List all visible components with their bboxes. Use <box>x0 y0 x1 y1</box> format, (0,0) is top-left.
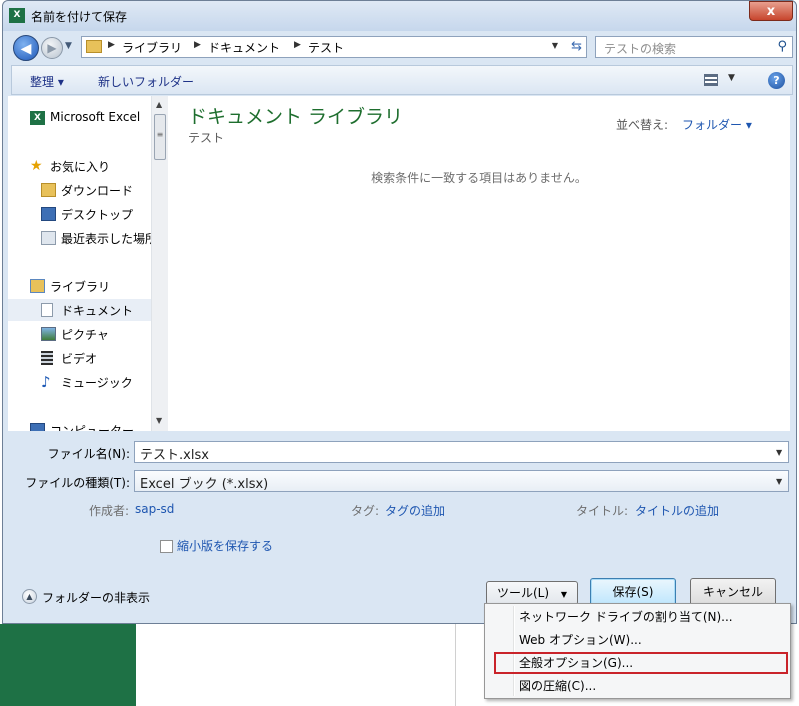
filetype-dropdown-icon[interactable]: ▼ <box>776 477 782 486</box>
filename-label: ファイル名(N): <box>47 447 130 461</box>
computer-icon <box>30 423 45 431</box>
folder-icon <box>86 40 102 53</box>
save-thumbnail-label[interactable]: 縮小版を保存する <box>177 537 273 554</box>
nav-item-label: ピクチャ <box>61 328 109 342</box>
download-folder-icon <box>41 183 56 197</box>
nav-item-desktop[interactable]: デスクトップ <box>8 203 151 225</box>
recent-places-icon <box>41 231 56 245</box>
nav-item-label: ライブラリ <box>50 280 111 294</box>
filetype-label: ファイルの種類(T): <box>25 476 130 490</box>
menu-item-web-options[interactable]: Web オプション(W)... <box>519 629 642 651</box>
scroll-down-arrow-icon[interactable]: ▼ <box>156 416 162 425</box>
menu-item-map-network-drive[interactable]: ネットワーク ドライブの割り当て(N)... <box>519 606 733 628</box>
videos-icon <box>41 351 53 365</box>
address-dropdown-icon[interactable]: ▼ <box>552 41 558 50</box>
excel-backstage-strip <box>0 624 136 706</box>
nav-item-pictures[interactable]: ピクチャ <box>8 323 151 345</box>
title-bar[interactable]: X 名前を付けて保存 x <box>3 1 796 31</box>
breadcrumb-libraries[interactable]: ライブラリ <box>122 39 182 56</box>
nav-item-label: コンピューター <box>50 424 135 431</box>
excel-app-icon: X <box>9 8 25 23</box>
navigation-pane: X Microsoft Excel ★ お気に入り ダウンロード デスクトップ … <box>8 96 151 431</box>
nav-item-label: デスクトップ <box>61 208 134 222</box>
recent-pages-dropdown-icon[interactable]: ▼ <box>65 41 72 51</box>
search-input[interactable]: テストの検索 ⚲ <box>595 36 793 58</box>
file-list-pane[interactable]: ドキュメント ライブラリ テスト 並べ替え: フォルダー ▾ 検索条件に一致する… <box>168 96 790 431</box>
breadcrumb-separator-icon[interactable]: ▶ <box>294 40 301 50</box>
library-icon <box>30 279 45 293</box>
tools-menu: ネットワーク ドライブの割り当て(N)... Web オプション(W)... 全… <box>484 603 791 699</box>
menu-item-compress-pictures[interactable]: 図の圧縮(C)... <box>519 675 596 697</box>
search-placeholder: テストの検索 <box>604 42 677 56</box>
nav-item-libraries[interactable]: ライブラリ <box>8 275 151 297</box>
background-divider <box>455 624 456 706</box>
breadcrumb-separator-icon[interactable]: ▶ <box>108 40 115 50</box>
nav-item-computer[interactable]: コンピューター <box>8 419 151 431</box>
nav-item-videos[interactable]: ビデオ <box>8 347 151 369</box>
nav-item-recent-places[interactable]: 最近表示した場所 <box>8 227 151 249</box>
empty-message: 検索条件に一致する項目はありません。 <box>371 171 587 185</box>
general-options-highlight <box>494 652 788 674</box>
command-bar: 整理 ▾ 新しいフォルダー ▼ ? <box>11 65 793 95</box>
tools-button-label: ツール(L) <box>496 586 550 600</box>
library-title: ドキュメント ライブラリ <box>188 106 404 128</box>
cancel-button[interactable]: キャンセル <box>690 578 776 606</box>
title-label: タイトル: <box>576 504 629 518</box>
back-arrow-icon[interactable]: ◀ <box>13 35 39 61</box>
scroll-up-arrow-icon[interactable]: ▲ <box>156 100 162 109</box>
music-icon: ♪ <box>41 373 51 391</box>
new-folder-button[interactable]: 新しいフォルダー <box>98 73 194 90</box>
navigation-scrollbar[interactable]: ▲ ≡ ▼ <box>151 96 168 431</box>
nav-item-documents[interactable]: ドキュメント <box>8 299 151 321</box>
star-icon: ★ <box>30 158 43 174</box>
view-dropdown-icon[interactable]: ▼ <box>728 73 735 83</box>
nav-item-label: ビデオ <box>61 352 98 366</box>
sort-by-dropdown[interactable]: フォルダー ▾ <box>682 116 752 133</box>
sort-label: 並べ替え: <box>616 118 669 132</box>
desktop-icon <box>41 207 56 221</box>
nav-item-microsoft-excel[interactable]: X Microsoft Excel <box>8 107 151 129</box>
library-subtitle: テスト <box>188 131 225 145</box>
scrollbar-thumb[interactable]: ≡ <box>154 114 166 160</box>
nav-item-label: お気に入り <box>50 160 111 174</box>
nav-item-label: ミュージック <box>61 376 133 390</box>
chevron-down-icon: ▼ <box>560 590 568 599</box>
nav-item-label: ダウンロード <box>61 184 134 198</box>
nav-item-downloads[interactable]: ダウンロード <box>8 179 151 201</box>
nav-item-label: Microsoft Excel <box>50 110 141 124</box>
organize-button[interactable]: 整理 ▾ <box>30 73 64 90</box>
nav-item-label: ドキュメント <box>61 304 134 318</box>
view-options-icon[interactable] <box>704 74 718 86</box>
menu-gutter <box>513 606 515 696</box>
pictures-icon <box>41 327 56 341</box>
tags-field[interactable]: タグの追加 <box>385 502 445 519</box>
nav-item-label: 最近表示した場所 <box>61 232 151 246</box>
collapse-up-icon[interactable]: ▲ <box>22 589 37 604</box>
author-value[interactable]: sap-sd <box>135 502 174 516</box>
help-icon[interactable]: ? <box>768 72 785 89</box>
breadcrumb-separator-icon[interactable]: ▶ <box>194 40 201 50</box>
address-bar[interactable]: ▶ ライブラリ ▶ ドキュメント ▶ テスト ▼ ⇆ <box>81 36 587 58</box>
forward-arrow-icon[interactable]: ▶ <box>41 37 63 59</box>
close-button[interactable]: x <box>749 1 793 21</box>
author-label: 作成者: <box>89 504 130 518</box>
save-button[interactable]: 保存(S) <box>590 578 676 606</box>
excel-icon: X <box>30 111 45 125</box>
dialog-title: 名前を付けて保存 <box>31 10 128 24</box>
hide-folders-button[interactable]: フォルダーの非表示 <box>42 589 150 606</box>
title-field[interactable]: タイトルの追加 <box>635 502 719 519</box>
save-thumbnail-checkbox[interactable] <box>160 540 173 553</box>
search-icon[interactable]: ⚲ <box>777 39 787 54</box>
breadcrumb-documents[interactable]: ドキュメント <box>208 39 280 56</box>
refresh-icon[interactable]: ⇆ <box>571 39 582 54</box>
filename-dropdown-icon[interactable]: ▼ <box>776 448 782 457</box>
tools-button[interactable]: ツール(L) ▼ <box>486 581 578 605</box>
filename-field[interactable]: テスト.xlsx <box>134 441 789 463</box>
nav-item-music[interactable]: ♪ ミュージック <box>8 371 151 393</box>
breadcrumb-test[interactable]: テスト <box>308 39 344 56</box>
filetype-select[interactable]: Excel ブック (*.xlsx) <box>134 470 789 492</box>
documents-icon <box>41 303 53 317</box>
nav-item-favorites[interactable]: ★ お気に入り <box>8 155 151 177</box>
tags-label: タグ: <box>351 504 380 518</box>
